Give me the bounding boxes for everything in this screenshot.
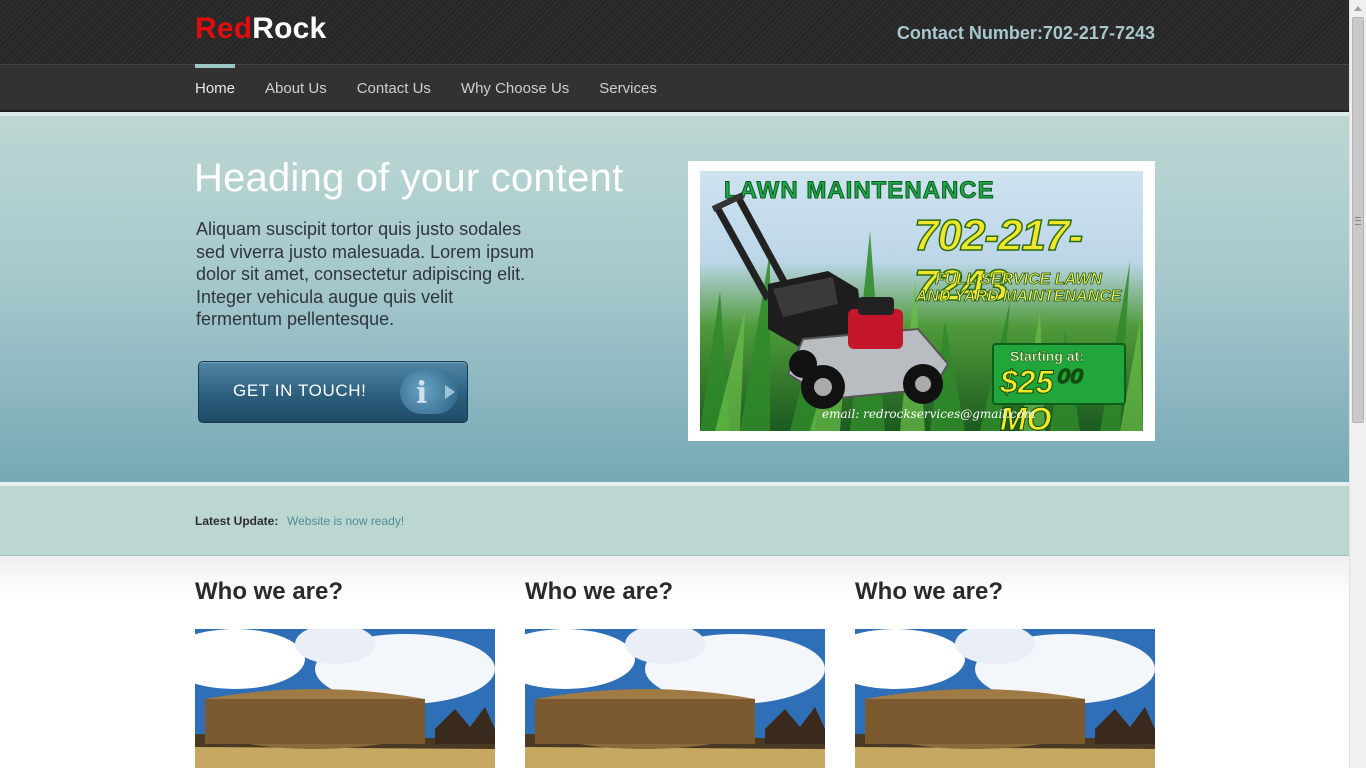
ad-email: email: redrockservices@gmail.com (822, 407, 1036, 421)
nav-menu: Home About Us Contact Us Why Choose Us S… (195, 64, 687, 111)
site-logo[interactable]: RedRock (195, 12, 326, 46)
column-1: Who we are? (195, 578, 495, 768)
nav-item-contact-us[interactable]: Contact Us (357, 65, 431, 111)
nav-item-services[interactable]: Services (599, 65, 657, 111)
lawn-maintenance-ad-image[interactable]: LAWN MAINTENANCE 702-217-7243 FULL SERVI… (700, 171, 1143, 431)
nav-item-home[interactable]: Home (195, 64, 236, 111)
nav-item-about-us[interactable]: About Us (265, 65, 327, 111)
ad-price-label: Starting at: (1010, 348, 1084, 364)
latest-update-bar: Latest Update: Website is now ready! (0, 482, 1349, 556)
stone-wall-image[interactable] (525, 629, 825, 768)
column-3: Who we are? (855, 578, 1155, 768)
info-icon-glyph: i (416, 376, 428, 411)
stone-wall-image[interactable] (195, 629, 495, 768)
content-columns: Who we are? Who we are? Who we are? (0, 556, 1349, 768)
nav-item-why-choose-us[interactable]: Why Choose Us (461, 65, 569, 111)
latest-update-label: Latest Update: (195, 514, 279, 528)
column-2: Who we are? (525, 578, 825, 768)
contact-number: Contact Number:702-217-7243 (896, 23, 1155, 43)
lawn-mower-image (711, 192, 948, 409)
hero-body-text: Aliquam suscipit tortor quis justo sodal… (196, 219, 535, 330)
stone-wall-image[interactable] (855, 629, 1155, 768)
scroll-up-arrow-icon[interactable] (1354, 6, 1362, 11)
lawn-ad-frame: LAWN MAINTENANCE 702-217-7243 FULL SERVI… (688, 161, 1155, 441)
logo-red-text: Red (195, 12, 253, 45)
top-header-bar: RedRock Contact Number:702-217-7243 (0, 0, 1349, 64)
column-heading: Who we are? (195, 578, 344, 605)
vertical-scrollbar[interactable] (1349, 0, 1366, 768)
info-icon: i (400, 370, 458, 414)
hero-section: Heading of your content Aliquam suscipit… (0, 112, 1349, 482)
latest-update-text[interactable]: Website is now ready! (287, 514, 404, 528)
page: RedRock Contact Number:702-217-7243 Home… (0, 0, 1349, 768)
main-navigation: Home About Us Contact Us Why Choose Us S… (0, 64, 1349, 112)
ad-price-badge: Starting at: $25⁰⁰ MO (992, 343, 1126, 431)
logo-white-text: Rock (252, 12, 327, 45)
get-in-touch-button[interactable]: GET IN TOUCH! i (198, 361, 468, 423)
arrow-right-icon (445, 385, 455, 399)
scrollbar-grip-icon (1355, 217, 1361, 225)
column-heading: Who we are? (525, 578, 674, 605)
column-heading: Who we are? (855, 578, 1004, 605)
scrollbar-thumb[interactable] (1352, 17, 1364, 423)
hero-heading: Heading of your content (194, 156, 624, 200)
get-in-touch-label: GET IN TOUCH! (233, 381, 367, 400)
